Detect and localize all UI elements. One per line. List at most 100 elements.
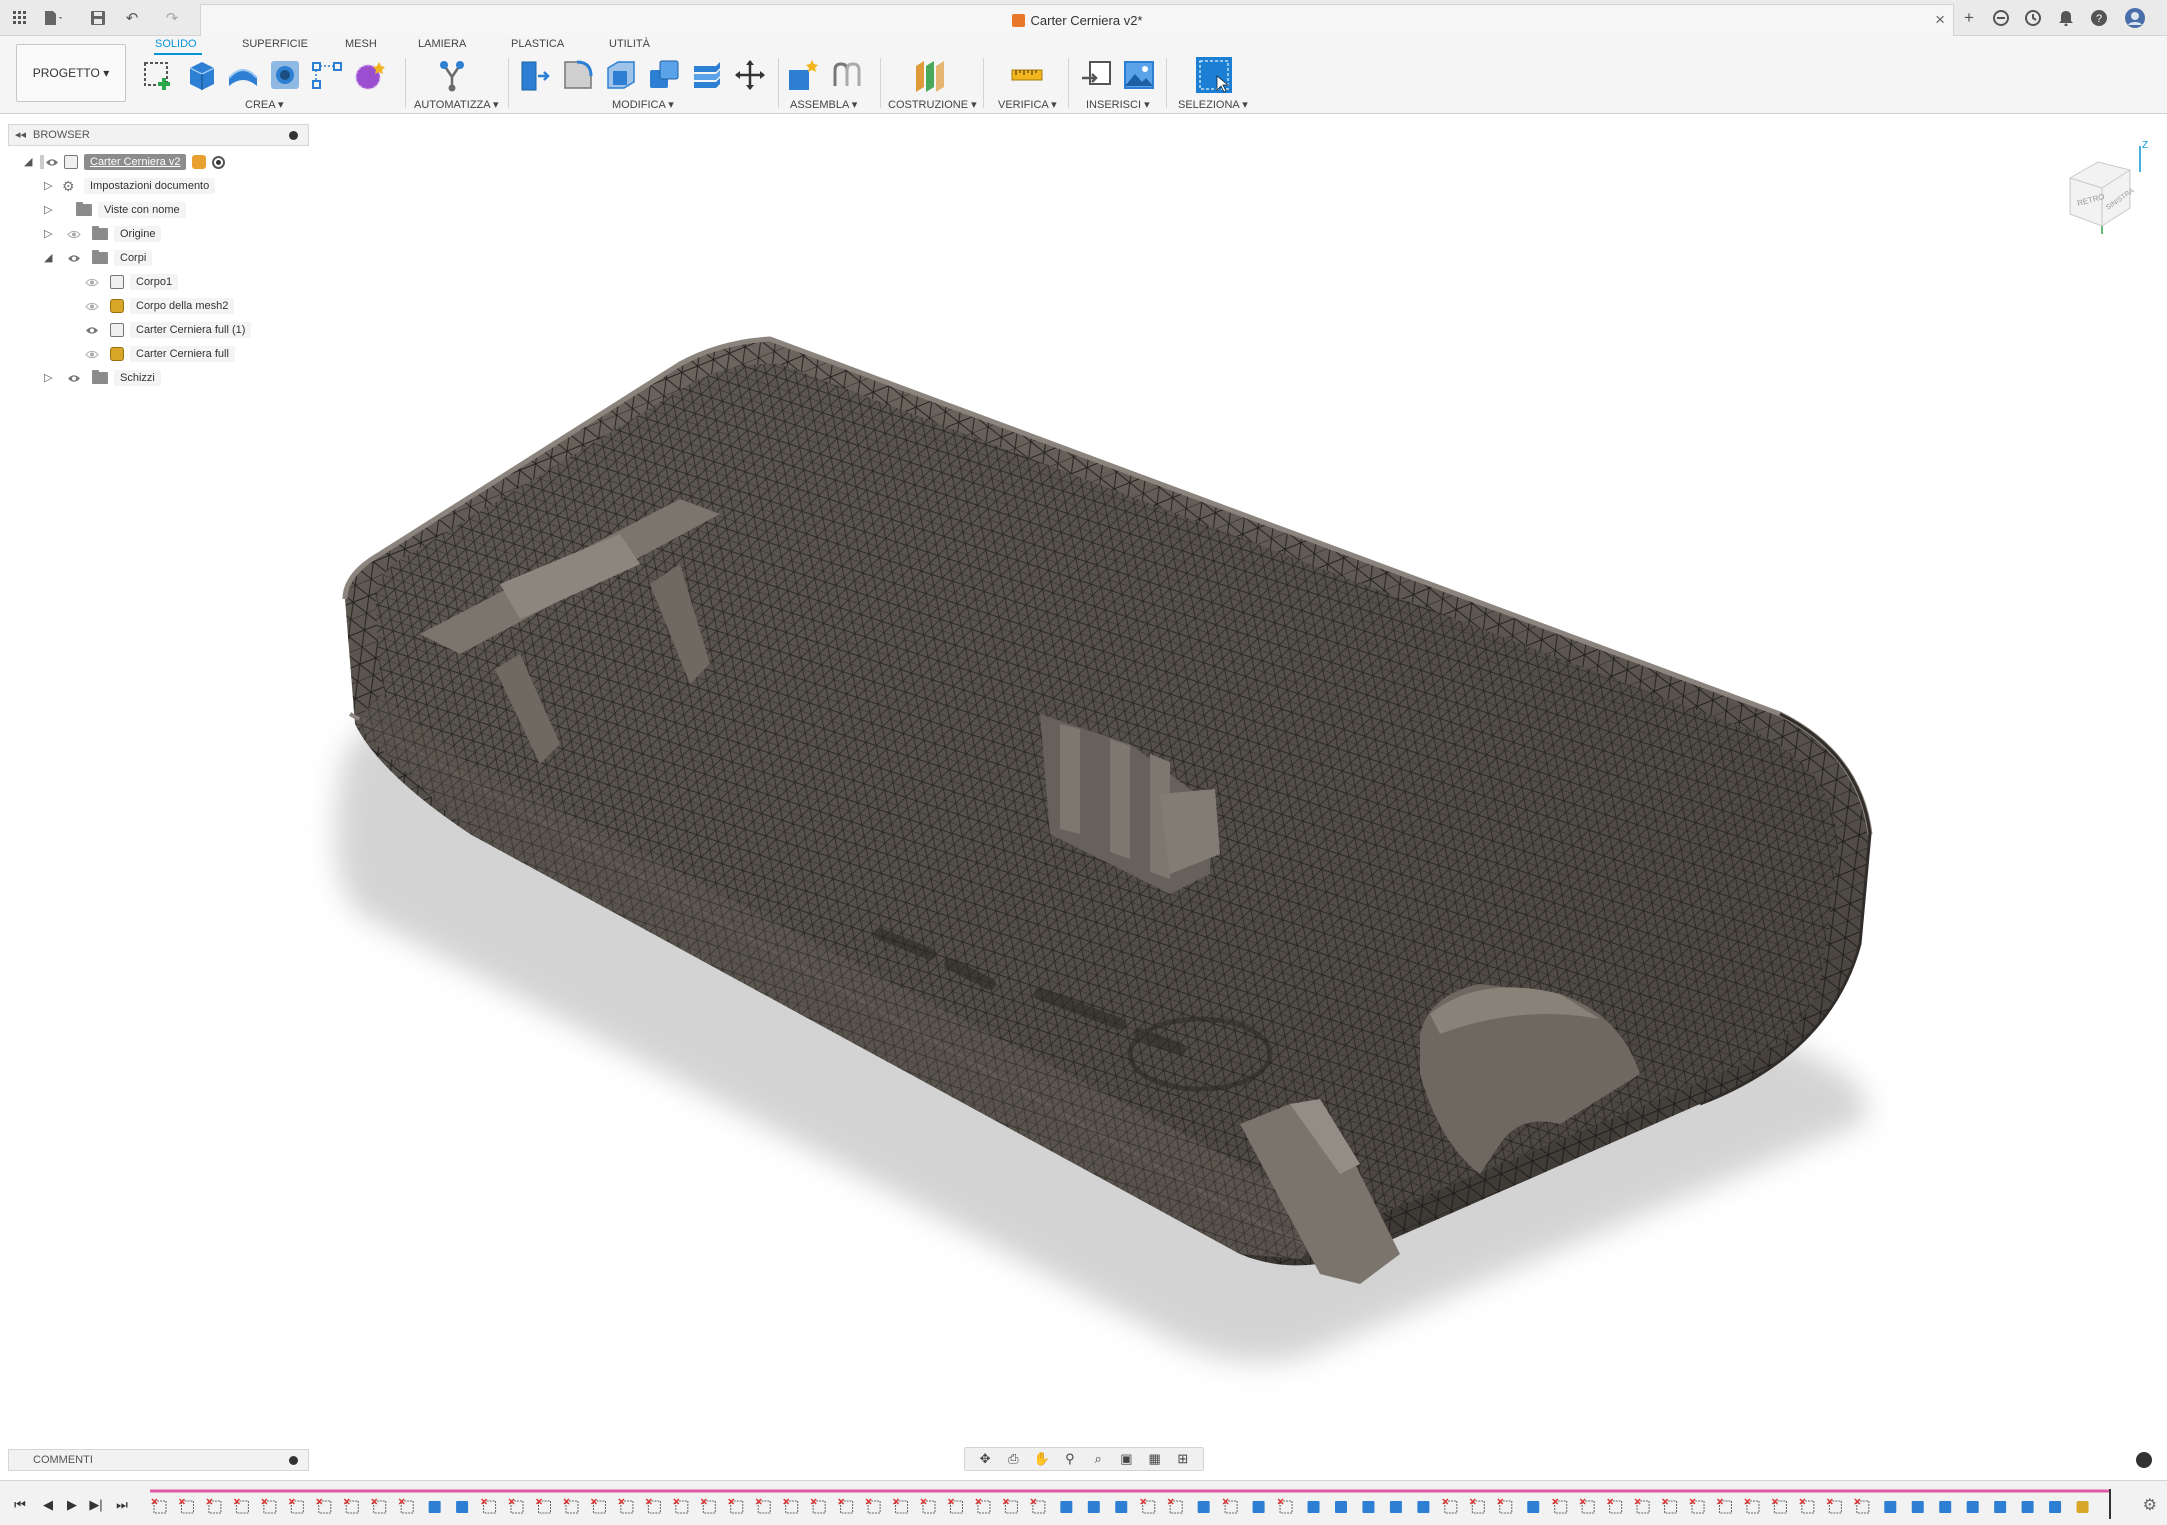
timeline-feature-body[interactable] — [1115, 1501, 1128, 1513]
timeline-first-icon[interactable]: ⏮ — [10, 1496, 30, 1514]
rectangular-pattern-icon[interactable] — [310, 58, 344, 92]
pan-icon[interactable]: ✋ — [1031, 1450, 1053, 1468]
timeline-feature-sketch[interactable] — [1552, 1498, 1568, 1514]
press-pull-icon[interactable] — [518, 58, 552, 92]
timeline-feature-sketch[interactable] — [728, 1498, 744, 1514]
timeline-feature-sketch[interactable] — [1662, 1498, 1678, 1514]
group-label-costruzione[interactable]: COSTRUZIONE ▾ — [888, 98, 977, 111]
timeline-feature-sketch[interactable] — [1277, 1498, 1293, 1514]
sync-status-icon[interactable] — [2136, 1452, 2152, 1468]
document-tab[interactable]: Carter Cerniera v2* × — [200, 4, 1954, 36]
hole-icon[interactable] — [268, 58, 302, 92]
grid-settings-icon[interactable]: ▦ — [1144, 1450, 1166, 1468]
tree-body-corpo-mesh2[interactable]: Corpo della mesh2 — [84, 296, 235, 316]
timeline-feature-sketch[interactable] — [1030, 1498, 1046, 1514]
timeline-feature-body[interactable] — [1060, 1501, 1073, 1513]
tree-node-label[interactable]: Corpo della mesh2 — [130, 298, 235, 314]
timeline-feature-body[interactable] — [1252, 1501, 1265, 1513]
save-icon[interactable] — [86, 6, 110, 30]
timeline-feature-sketch[interactable] — [261, 1498, 277, 1514]
timeline-next-icon[interactable]: ▶| — [86, 1496, 106, 1514]
timeline-feature-sketch[interactable] — [1689, 1498, 1705, 1514]
visibility-eye-hidden-icon[interactable] — [66, 228, 82, 240]
group-label-automatizza[interactable]: AUTOMATIZZA ▾ — [414, 98, 499, 111]
timeline-feature-sketch[interactable] — [645, 1498, 661, 1514]
tree-node-schizzi[interactable]: ▷ Schizzi — [44, 368, 161, 388]
group-label-verifica[interactable]: VERIFICA ▾ — [998, 98, 1057, 111]
timeline-feature-sketch[interactable] — [1442, 1498, 1458, 1514]
timeline-feature-sketch[interactable] — [893, 1498, 909, 1514]
timeline-feature-sketch[interactable] — [288, 1498, 304, 1514]
file-menu-icon[interactable] — [42, 6, 66, 30]
combine-icon[interactable] — [647, 58, 681, 92]
timeline-feature-sketch[interactable] — [398, 1498, 414, 1514]
timeline-feature-body[interactable] — [1994, 1501, 2007, 1513]
joint-icon[interactable] — [830, 58, 864, 92]
group-label-seleziona[interactable]: SELEZIONA ▾ — [1178, 98, 1248, 111]
zoom-icon[interactable]: ⚲ — [1059, 1450, 1081, 1468]
visibility-eye-icon[interactable] — [66, 372, 82, 384]
orbit-icon[interactable]: ✥ — [974, 1450, 996, 1468]
tree-body-corpo1[interactable]: Corpo1 — [84, 272, 179, 292]
new-component-icon[interactable] — [786, 58, 820, 92]
timeline-feature-sketch[interactable] — [1140, 1498, 1156, 1514]
timeline-feature-sketch[interactable] — [865, 1498, 881, 1514]
tree-root-label[interactable]: Carter Cerniera v2 — [84, 154, 187, 170]
undo-icon[interactable]: ↶ — [120, 6, 144, 30]
fit-icon[interactable]: ⌕ — [1087, 1450, 1109, 1468]
timeline-feature-body[interactable] — [2021, 1501, 2034, 1513]
timeline-feature-sketch[interactable] — [755, 1498, 771, 1514]
timeline-feature-sketch[interactable] — [233, 1498, 249, 1514]
timeline-feature-sketch[interactable] — [1497, 1498, 1513, 1514]
tree-body-carter-full[interactable]: Carter Cerniera full — [84, 344, 235, 364]
tree-node-label[interactable]: Carter Cerniera full — [130, 346, 235, 362]
visibility-eye-icon[interactable] — [84, 324, 100, 336]
timeline-feature-sketch[interactable] — [1607, 1498, 1623, 1514]
move-copy-icon[interactable] — [733, 58, 767, 92]
timeline-feature-sketch[interactable] — [1002, 1498, 1018, 1514]
timeline-feature-sketch[interactable] — [810, 1498, 826, 1514]
offset-face-icon[interactable] — [690, 58, 724, 92]
tree-node-label[interactable]: Impostazioni documento — [84, 178, 216, 194]
display-settings-icon[interactable]: ▣ — [1115, 1450, 1137, 1468]
timeline-feature-body[interactable] — [1939, 1501, 1952, 1513]
timeline-play-icon[interactable]: ▶ — [62, 1496, 82, 1514]
3d-viewport[interactable]: RETRO SINISTRA Z — [0, 114, 2167, 1459]
tab-superficie[interactable]: SUPERFICIE — [242, 38, 308, 50]
group-label-inserisci[interactable]: INSERISCI ▾ — [1086, 98, 1150, 111]
user-avatar-icon[interactable] — [2122, 6, 2148, 30]
timeline-feature-sketch[interactable] — [1222, 1498, 1238, 1514]
timeline-feature-sketch[interactable] — [1716, 1498, 1732, 1514]
automate-icon[interactable] — [435, 58, 469, 92]
caret-collapsed-icon[interactable]: ▷ — [44, 180, 56, 192]
close-tab-icon[interactable]: × — [1935, 10, 1945, 30]
timeline-settings-icon[interactable]: ⚙ — [2143, 1495, 2157, 1515]
timeline-feature-sketch[interactable] — [975, 1498, 991, 1514]
browser-pin-icon[interactable] — [289, 131, 298, 140]
browser-panel-header[interactable]: ◂◂ BROWSER — [8, 124, 309, 146]
offset-plane-icon[interactable] — [912, 58, 946, 92]
timeline-last-icon[interactable]: ⏭ — [112, 1496, 132, 1514]
fillet-icon[interactable] — [561, 58, 595, 92]
select-icon[interactable] — [1195, 56, 1233, 94]
tree-node-label[interactable]: Origine — [114, 226, 162, 242]
timeline-feature-sketch[interactable] — [1167, 1498, 1183, 1514]
group-label-modifica[interactable]: MODIFICA ▾ — [612, 98, 674, 111]
view-cube[interactable]: RETRO SINISTRA Z — [2058, 138, 2158, 238]
tree-node-label[interactable]: Corpi — [114, 250, 153, 266]
timeline-feature-sketch[interactable] — [783, 1498, 799, 1514]
tab-mesh[interactable]: MESH — [345, 38, 377, 50]
timeline-previous-icon[interactable]: ◀ — [38, 1496, 58, 1514]
tree-node-corpi[interactable]: ◢ Corpi — [44, 248, 153, 268]
measure-icon[interactable] — [1010, 58, 1044, 92]
timeline-feature-sketch[interactable] — [590, 1498, 606, 1514]
tree-node-label[interactable]: Viste con nome — [98, 202, 186, 218]
visibility-eye-icon[interactable] — [44, 156, 60, 168]
timeline-feature-body[interactable] — [1527, 1501, 1540, 1513]
tree-node-origine[interactable]: ▷ Origine — [44, 224, 162, 244]
timeline-feature-body[interactable] — [1334, 1501, 1347, 1513]
tree-node-impostazioni[interactable]: ▷ ⚙ Impostazioni documento — [44, 176, 216, 196]
activate-radio-icon[interactable] — [212, 155, 226, 169]
timeline-feature-sketch[interactable] — [508, 1498, 524, 1514]
timeline-feature-sketch[interactable] — [618, 1498, 634, 1514]
